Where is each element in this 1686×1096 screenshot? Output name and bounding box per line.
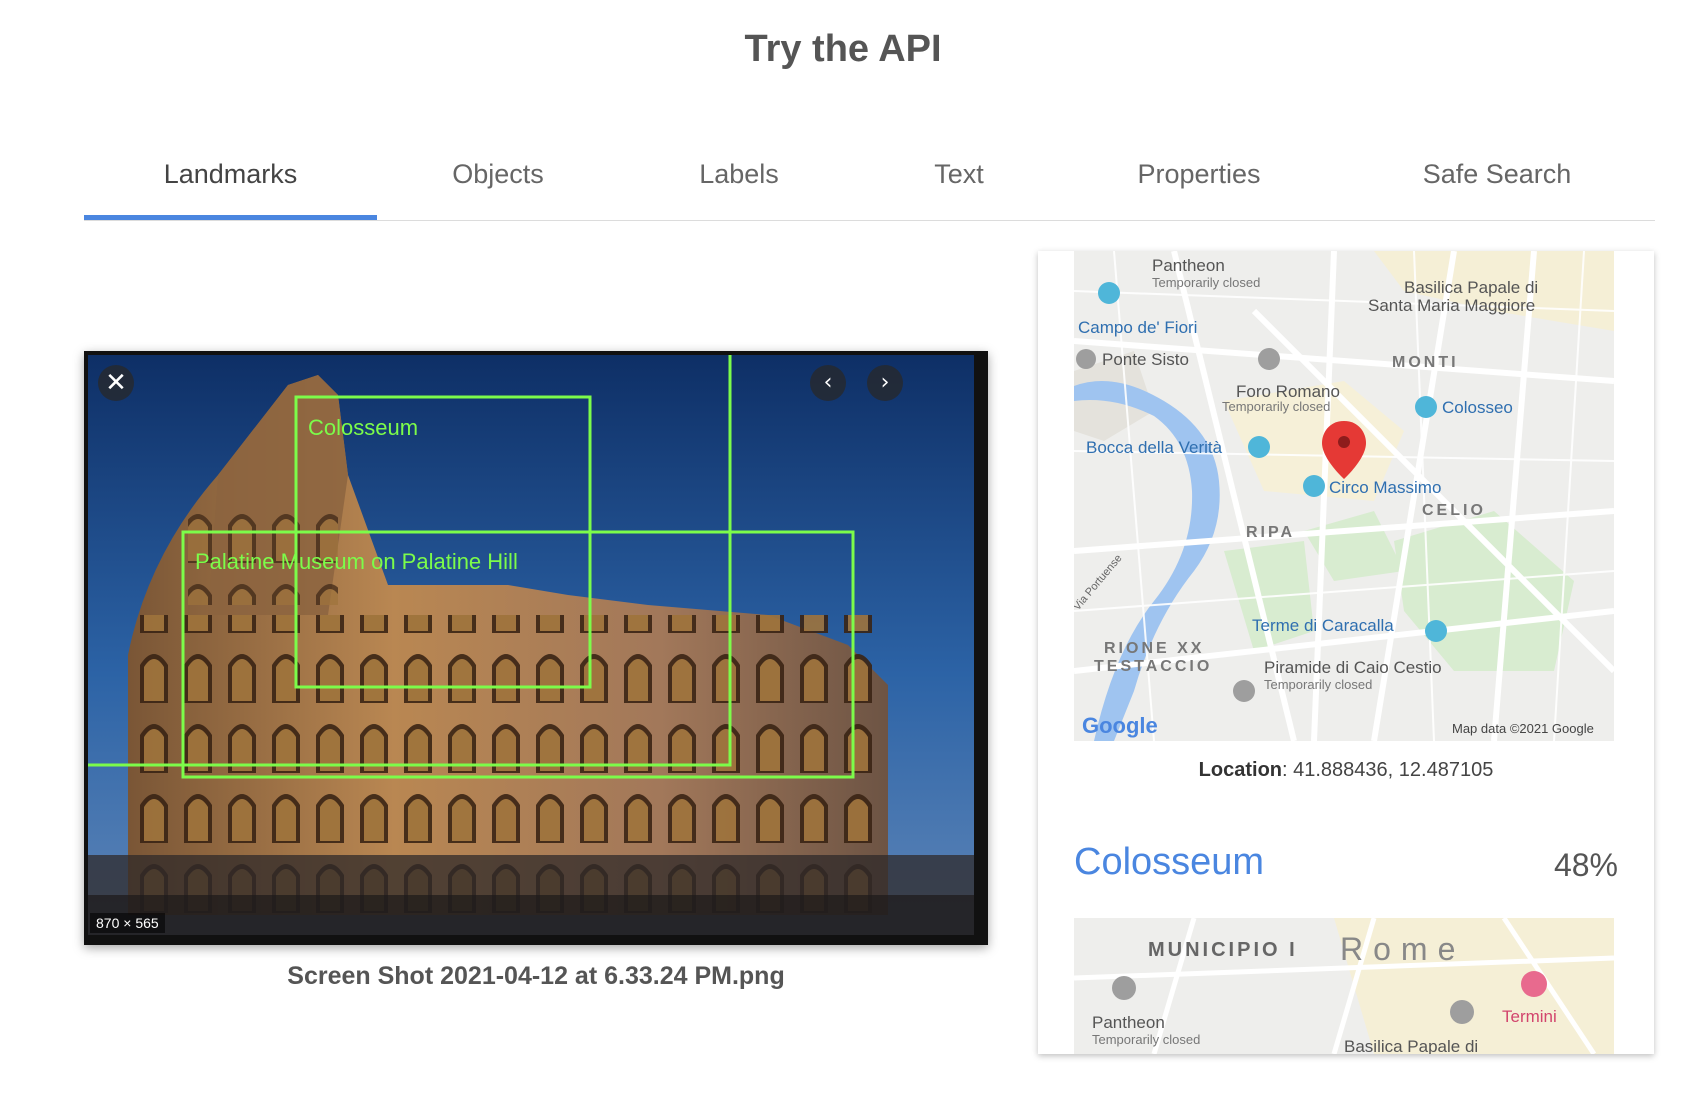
svg-text:Pantheon: Pantheon (1152, 256, 1225, 275)
active-tab-indicator (84, 215, 377, 220)
annotation-label-palatine: Palatine Museum on Palatine Hill (195, 549, 518, 574)
svg-text:RIONE XX: RIONE XX (1104, 640, 1204, 657)
svg-text:TESTACCIO: TESTACCIO (1094, 658, 1212, 675)
tab-text[interactable]: Text (859, 130, 1059, 218)
svg-text:Ponte Sisto: Ponte Sisto (1102, 350, 1189, 369)
landmark-name: Colosseum (1074, 841, 1265, 883)
image-filename: Screen Shot 2021-04-12 at 6.33.24 PM.png (287, 962, 785, 990)
svg-text:MONTI: MONTI (1392, 354, 1459, 371)
svg-text:Temporarily closed: Temporarily closed (1152, 275, 1260, 290)
svg-text:RIPA: RIPA (1246, 524, 1295, 541)
google-logo: Google (1082, 713, 1158, 738)
location-readout: Location: 41.888436, 12.487105 (1198, 759, 1494, 781)
close-icon[interactable]: ✕ (98, 365, 134, 401)
tab-properties[interactable]: Properties (1059, 130, 1339, 218)
svg-text:Circo Massimo: Circo Massimo (1329, 478, 1441, 497)
annotation-label-colosseum: Colosseum (308, 415, 418, 440)
tab-safe-search[interactable]: Safe Search (1339, 130, 1655, 218)
svg-text:Campo de' Fiori: Campo de' Fiori (1078, 318, 1197, 337)
svg-text:Bocca della Verità: Bocca della Verità (1086, 438, 1223, 457)
location-map[interactable]: Pantheon Temporarily closed Basilica Pap… (1074, 251, 1614, 741)
svg-text:Temporarily closed: Temporarily closed (1222, 399, 1330, 414)
landmark-photo: Colosseum Palatine Museum on Palatine Hi… (88, 355, 974, 935)
chevron-left-icon[interactable]: ‹ (810, 365, 846, 401)
tab-bar: Landmarks Objects Labels Text Properties… (84, 130, 1655, 221)
tab-objects[interactable]: Objects (377, 130, 619, 218)
svg-text:MUNICIPIO I: MUNICIPIO I (1148, 939, 1298, 961)
svg-text:Rome: Rome (1340, 931, 1465, 967)
svg-text:Temporarily closed: Temporarily closed (1264, 677, 1372, 692)
svg-text:Santa Maria Maggiore: Santa Maria Maggiore (1368, 296, 1535, 315)
svg-text:Basilica Papale di: Basilica Papale di (1344, 1037, 1478, 1054)
svg-text:Colosseo: Colosseo (1442, 398, 1513, 417)
svg-text:Map data ©2021 Google: Map data ©2021 Google (1452, 721, 1594, 736)
svg-text:Temporarily closed: Temporarily closed (1092, 1032, 1200, 1047)
secondary-map[interactable]: MUNICIPIO I Rome Pantheon Temporarily cl… (1074, 918, 1614, 1054)
svg-text:Piramide di Caio Cestio: Piramide di Caio Cestio (1264, 658, 1442, 677)
image-viewer: Colosseum Palatine Museum on Palatine Hi… (84, 351, 988, 945)
svg-text:Pantheon: Pantheon (1092, 1013, 1165, 1032)
svg-text:Termini: Termini (1502, 1007, 1557, 1026)
svg-text:CELIO: CELIO (1422, 502, 1486, 519)
tab-labels[interactable]: Labels (619, 130, 859, 218)
chevron-right-icon[interactable]: › (867, 365, 903, 401)
tab-landmarks[interactable]: Landmarks (84, 130, 377, 218)
confidence-score: 48% (1553, 847, 1618, 883)
svg-text:Basilica Papale di: Basilica Papale di (1404, 278, 1538, 297)
image-dimensions: 870 × 565 (90, 913, 165, 933)
page-title: Try the API (744, 28, 942, 70)
svg-text:Terme di Caracalla: Terme di Caracalla (1252, 616, 1394, 635)
landmark-result-card: Pantheon Temporarily closed Basilica Pap… (1038, 251, 1654, 1054)
